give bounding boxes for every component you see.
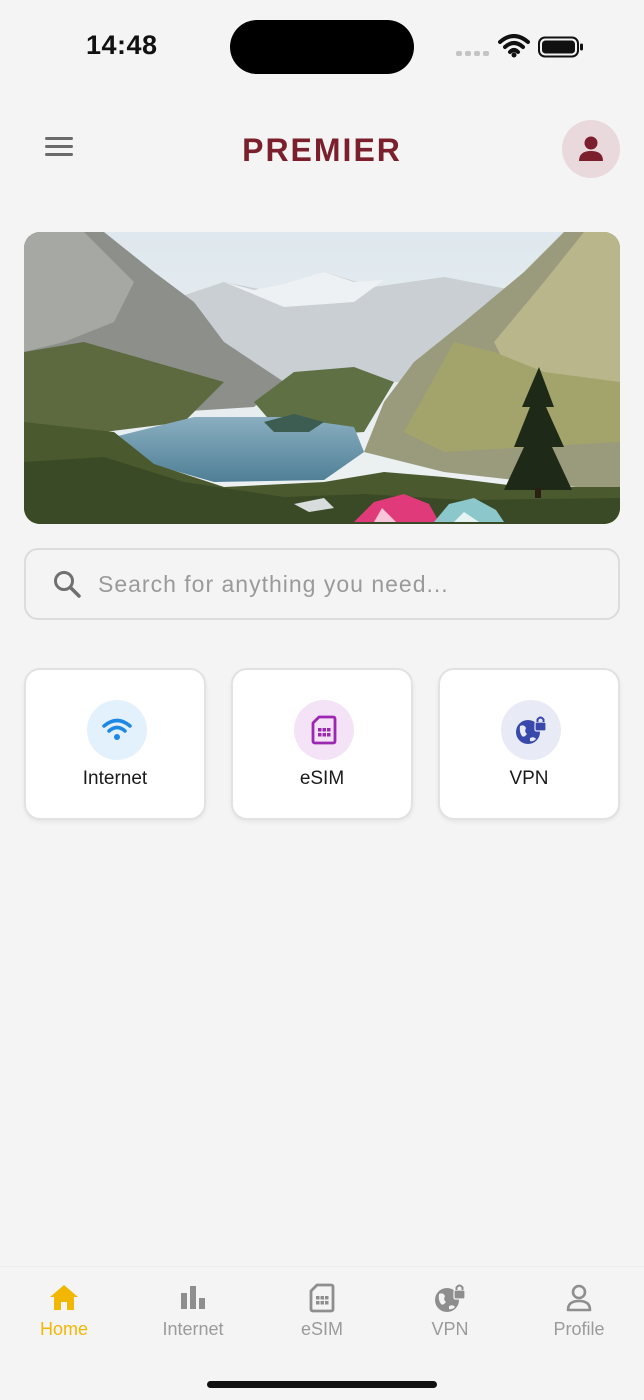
nav-label: Home xyxy=(39,1319,88,1339)
nav-label: eSIM xyxy=(300,1319,343,1339)
service-card-internet[interactable]: Internet xyxy=(24,668,206,820)
globe-lock-icon xyxy=(501,700,561,760)
hero-banner-image xyxy=(24,232,620,524)
user-icon xyxy=(579,136,603,161)
nav-label: VPN xyxy=(431,1319,469,1339)
cellular-signal-icon xyxy=(456,48,492,58)
battery-icon xyxy=(538,36,584,58)
wifi-icon xyxy=(498,34,530,58)
nav-item-home[interactable]: Home xyxy=(9,1281,119,1351)
brand-title: PREMIER xyxy=(242,132,402,168)
landscape-illustration xyxy=(24,232,620,524)
service-card-esim[interactable]: eSIM xyxy=(231,668,413,820)
search-icon xyxy=(52,569,82,599)
profile-avatar-button[interactable] xyxy=(562,120,620,178)
bar-chart-icon xyxy=(138,1281,248,1315)
nav-item-internet[interactable]: Internet xyxy=(138,1281,248,1351)
status-time: 14:48 xyxy=(86,30,158,60)
service-card-label: Internet xyxy=(82,768,148,789)
search-bar[interactable] xyxy=(24,548,620,620)
top-app-bar: PREMIER xyxy=(0,118,644,182)
nav-item-vpn[interactable]: VPN xyxy=(395,1281,505,1351)
status-bar: 14:48 xyxy=(0,0,644,96)
home-screen: 14:48 PREMIER Search for anything you ne… xyxy=(0,0,644,1400)
sim-card-icon xyxy=(294,700,354,760)
home-icon xyxy=(9,1281,119,1315)
user-outline-icon xyxy=(524,1281,634,1315)
wifi-icon xyxy=(87,700,147,760)
nav-label: Profile xyxy=(553,1319,605,1339)
search-input[interactable] xyxy=(98,564,618,604)
service-card-label: VPN xyxy=(509,768,549,789)
nav-item-esim[interactable]: eSIM xyxy=(267,1281,377,1351)
nav-item-profile[interactable]: Profile xyxy=(524,1281,634,1351)
dynamic-island xyxy=(230,20,414,74)
bottom-navigation: Home Internet eSIM VPN Profile xyxy=(0,1266,644,1400)
nav-label: Internet xyxy=(162,1319,224,1339)
sim-card-icon xyxy=(267,1281,377,1315)
globe-lock-icon xyxy=(395,1281,505,1315)
service-card-vpn[interactable]: VPN xyxy=(438,668,620,820)
home-indicator xyxy=(207,1381,437,1388)
service-card-label: eSIM xyxy=(299,768,345,789)
